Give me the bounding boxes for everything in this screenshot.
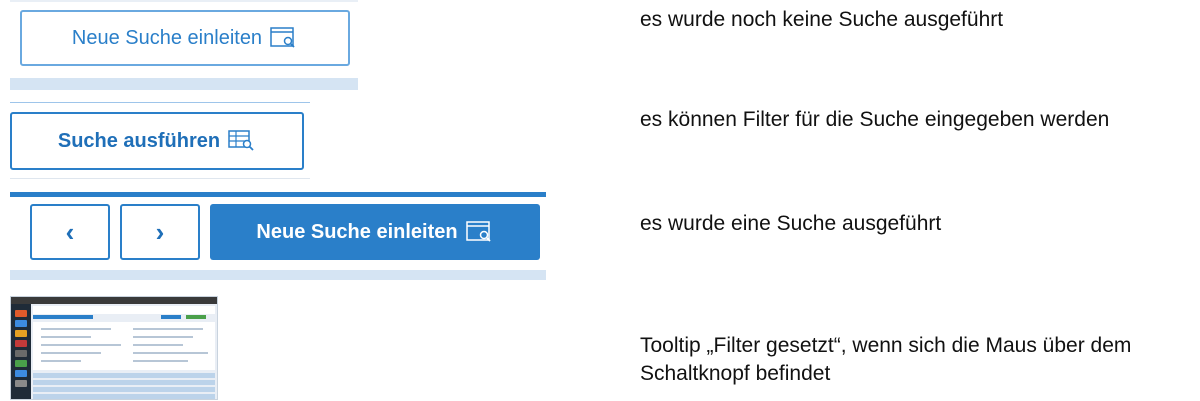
new-search-label-active: Neue Suche einleiten bbox=[256, 220, 458, 243]
search-table-icon bbox=[228, 130, 256, 152]
dock-icon bbox=[15, 330, 27, 337]
form-line bbox=[41, 344, 121, 346]
form-line bbox=[133, 352, 208, 354]
dock-sidebar bbox=[11, 304, 31, 399]
previous-button[interactable]: ‹ bbox=[30, 204, 110, 260]
form-line bbox=[133, 360, 188, 362]
run-search-label: Suche ausführen bbox=[57, 129, 221, 152]
form-line bbox=[133, 328, 203, 330]
result-row bbox=[33, 373, 215, 378]
result-row bbox=[33, 394, 215, 399]
result-row bbox=[33, 387, 215, 392]
new-search-label: Neue Suche einleiten bbox=[71, 26, 263, 49]
new-search-button-active[interactable]: Neue Suche einleiten bbox=[210, 204, 540, 260]
chevron-right-icon: › bbox=[155, 216, 165, 247]
divider-bottom bbox=[10, 178, 310, 179]
description-2: es können Filter für die Suche eingegebe… bbox=[640, 108, 1110, 131]
search-window-icon bbox=[465, 221, 494, 243]
app-form bbox=[33, 322, 215, 370]
new-search-button[interactable]: Neue Suche einleiten bbox=[20, 10, 350, 66]
form-line bbox=[41, 352, 101, 354]
description-1: es wurde noch keine Suche ausgeführt bbox=[640, 8, 1004, 31]
divider-top bbox=[10, 102, 310, 103]
dock-icon bbox=[15, 370, 27, 377]
state-no-search-yet: Neue Suche einleiten bbox=[0, 0, 360, 92]
state-filter-entry: Suche ausführen bbox=[0, 102, 320, 180]
dock-icon bbox=[15, 380, 27, 387]
toolbar-divider bbox=[10, 270, 546, 280]
dock-icon bbox=[15, 360, 27, 367]
form-line bbox=[41, 360, 81, 362]
app-tab bbox=[161, 315, 181, 319]
form-line bbox=[133, 336, 193, 338]
window-titlebar bbox=[11, 297, 217, 304]
next-button[interactable]: › bbox=[120, 204, 200, 260]
app-header bbox=[33, 306, 215, 314]
description-4: Tooltip „Filter gesetzt“, wenn sich die … bbox=[640, 334, 1132, 385]
app-tab bbox=[186, 315, 206, 319]
description-3: es wurde eine Suche ausgeführt bbox=[640, 212, 942, 235]
dock-icon bbox=[15, 320, 27, 327]
form-line bbox=[41, 336, 91, 338]
dock-icon bbox=[15, 350, 27, 357]
result-row bbox=[33, 380, 215, 385]
chevron-left-icon: ‹ bbox=[65, 216, 75, 247]
dock-icon bbox=[15, 340, 27, 347]
form-line bbox=[41, 328, 111, 330]
app-tab bbox=[33, 315, 93, 319]
state-search-done: ‹ › Neue Suche einleiten bbox=[0, 192, 548, 284]
run-search-button[interactable]: Suche ausführen bbox=[10, 112, 304, 170]
search-window-icon bbox=[270, 27, 298, 49]
application-screenshot bbox=[10, 296, 218, 400]
toolbar-accent-bar bbox=[10, 192, 546, 197]
form-line bbox=[133, 344, 183, 346]
toolbar-divider bbox=[10, 78, 358, 90]
dock-icon bbox=[15, 310, 27, 317]
